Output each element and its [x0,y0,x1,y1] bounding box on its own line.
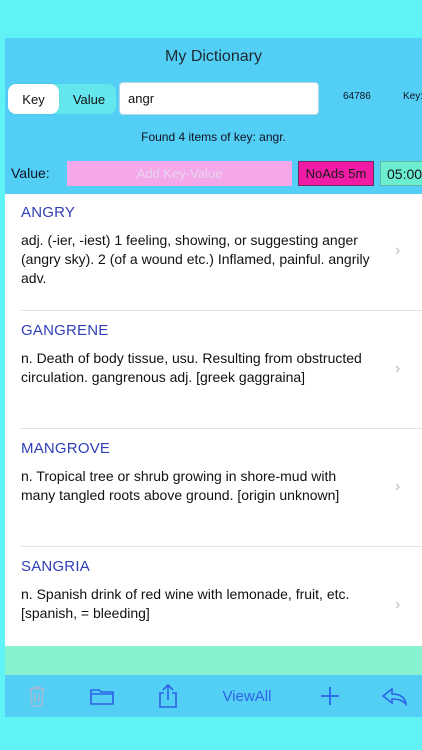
chevron-right-icon: › [395,478,401,495]
search-input[interactable] [119,82,319,115]
results-list: ANGRY adj. (-ier, -iest) 1 feeling, show… [5,194,422,646]
key-label: Key: [403,91,422,102]
ad-banner-area [5,646,422,675]
plus-icon[interactable] [318,681,342,711]
share-icon[interactable] [155,681,181,711]
page-title: My Dictionary [165,48,262,65]
word-count: 64786 [343,91,371,102]
list-item[interactable]: MANGROVE n. Tropical tree or shrub growi… [5,430,422,547]
noads-button[interactable]: NoAds 5m [298,161,374,186]
value-label: Value: [11,165,50,181]
result-word: SANGRIA [21,558,90,575]
result-definition: n. Spanish drink of red wine with lemona… [21,586,350,621]
chevron-right-icon: › [395,360,401,377]
divider [21,546,422,547]
reply-icon[interactable] [379,681,409,711]
trash-icon[interactable] [24,681,50,711]
bottom-toolbar: ViewAll [5,675,422,717]
chevron-right-icon: › [395,242,401,259]
chevron-right-icon: › [395,596,401,613]
add-key-value-button[interactable]: Add Key-Value [67,161,292,186]
timer-display: 05:00 [380,161,422,186]
folder-icon[interactable] [87,681,117,711]
status-area [0,0,422,38]
app-screen: My Dictionary Key Value 64786 Key: Found… [0,0,422,750]
result-definition: adj. (-ier, -iest) 1 feeling, showing, o… [21,232,370,286]
result-word: MANGROVE [21,440,111,457]
divider [21,310,422,311]
found-status: Found 4 items of key: angr. [141,130,286,144]
app-window: My Dictionary Key Value 64786 Key: Found… [5,38,422,750]
result-word: ANGRY [21,204,76,221]
segment-value[interactable]: Value [62,84,116,114]
list-item[interactable]: GANGRENE n. Death of body tissue, usu. R… [5,312,422,429]
result-definition: n. Tropical tree or shrub growing in sho… [21,468,340,503]
divider [21,428,422,429]
home-indicator-area [5,717,422,750]
segment-key[interactable]: Key [8,84,59,114]
key-value-segmented-control: Key Value [8,84,116,114]
result-definition: n. Death of body tissue, usu. Resulting … [21,350,362,385]
result-word: GANGRENE [21,322,109,339]
view-all-button[interactable]: ViewAll [212,681,282,711]
list-item[interactable]: ANGRY adj. (-ier, -iest) 1 feeling, show… [5,194,422,311]
